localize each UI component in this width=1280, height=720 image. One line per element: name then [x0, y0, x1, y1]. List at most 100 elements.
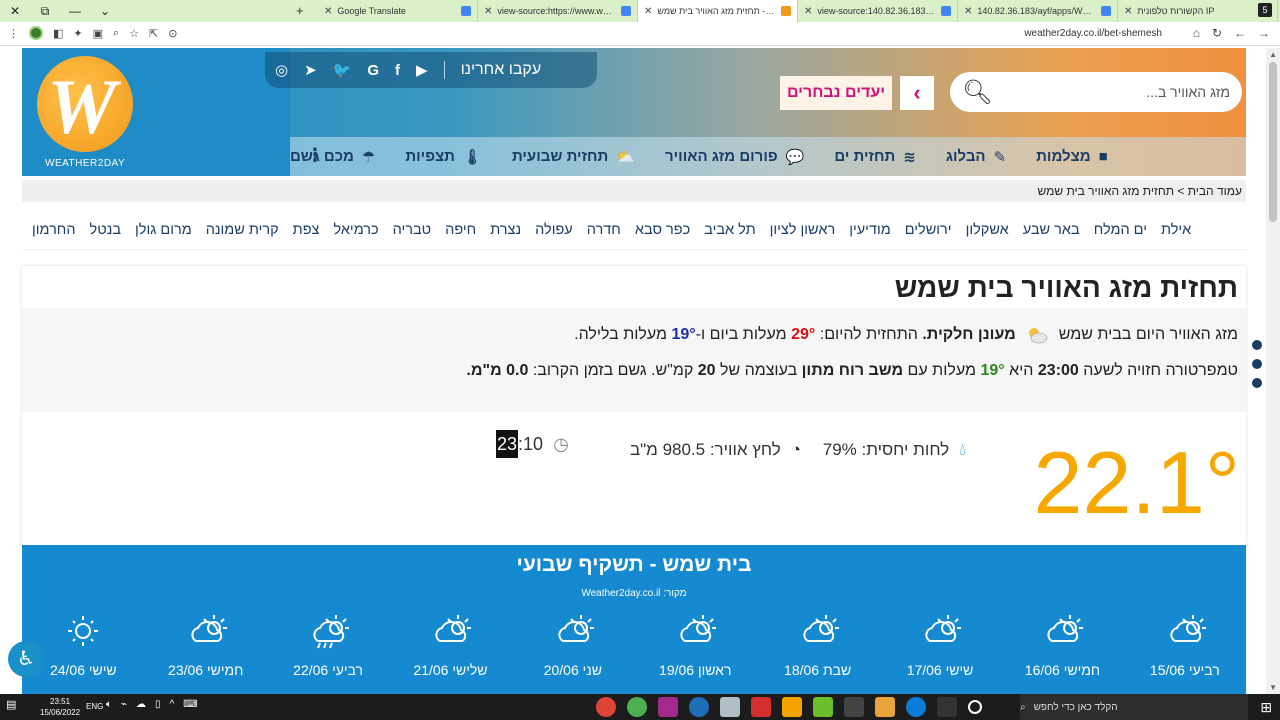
app-icon[interactable] [782, 697, 802, 717]
browser-tab[interactable]: ✕ 140.82.36.183/ayf/apps/Weathe [958, 0, 1118, 22]
city-link[interactable]: כפר סבא [635, 222, 690, 238]
twitter-icon[interactable]: 🐦 [333, 61, 352, 79]
carousel-dot[interactable] [1252, 359, 1262, 369]
favorites-button[interactable]: יעדים נבחרים [780, 76, 892, 110]
city-link[interactable]: אילת [1161, 222, 1191, 238]
browser-tab[interactable]: ✕ view-source:140.82.36.183/ayf/a [798, 0, 958, 22]
app-icon[interactable] [720, 697, 740, 717]
scroll-thumb[interactable] [1269, 62, 1277, 222]
browser-tab[interactable]: ✕ הקשורות טלפונית IP [1118, 0, 1278, 22]
app-icon[interactable] [844, 697, 864, 717]
close-tab-icon[interactable]: ✕ [1124, 6, 1132, 17]
chevron-left-icon[interactable]: ‹ [900, 76, 934, 110]
nav-item[interactable]: ≋ תחזית ים [834, 148, 916, 166]
extensions-icon[interactable]: ✦ [73, 27, 82, 40]
city-link[interactable]: ראשון לציון [770, 222, 836, 238]
keyboard-icon[interactable]: ⌨ [183, 699, 197, 710]
browser-tab[interactable]: ✕ Google Translate [318, 0, 478, 22]
notifications-icon[interactable]: ▤ [6, 698, 16, 711]
weekly-day[interactable]: שלישי 21/06 [389, 613, 511, 683]
youtube-icon[interactable]: ▶ [416, 61, 428, 79]
network-icon[interactable]: ⌁ [121, 699, 127, 710]
back-icon[interactable]: ← [1234, 26, 1246, 40]
forward-icon[interactable]: → [1258, 26, 1270, 40]
city-link[interactable]: כרמיאל [333, 222, 378, 238]
browser-tab[interactable]: ✕ תחזית מזג האוויר בית שמש - day [638, 0, 798, 22]
city-link[interactable]: קרית שמונה [206, 222, 279, 238]
nav-item[interactable]: 🌡 תצפיות [405, 148, 482, 166]
close-tab-icon[interactable]: ✕ [804, 6, 812, 17]
app-icon[interactable] [658, 697, 678, 717]
device-icon[interactable]: ▯ [155, 699, 161, 710]
url-field[interactable]: weather2day.co.il/bet-shemesh [1024, 28, 1162, 39]
city-link[interactable]: החרמון [32, 222, 76, 238]
browser-tab[interactable]: ✕ view-source:https://www.weathe [478, 0, 638, 22]
nav-item[interactable]: ⛅ תחזית שבועית [512, 148, 635, 166]
city-link[interactable]: נצרת [490, 222, 521, 238]
city-link[interactable]: ים המלח [1094, 222, 1147, 238]
city-link[interactable]: בנטל [90, 222, 121, 238]
city-link[interactable]: טבריה [393, 222, 432, 238]
search-box[interactable]: 🔍︎ מזג האוויר ב... [950, 72, 1242, 112]
city-link[interactable]: עפולה [535, 222, 573, 238]
close-tab-icon[interactable]: ✕ [324, 6, 332, 17]
city-link[interactable]: תל אביב [704, 222, 755, 238]
task-view-icon[interactable] [937, 697, 957, 717]
folder-icon[interactable] [875, 697, 895, 717]
city-link[interactable]: מרום גולן [135, 222, 192, 238]
weekly-day[interactable]: רביעי 22/06 [267, 613, 389, 683]
reload-icon[interactable]: ↻ [1212, 26, 1222, 40]
nav-item[interactable]: ■ מצלמות [1036, 148, 1108, 165]
weekly-day[interactable]: שישי 17/06 [879, 613, 1001, 683]
lens-icon[interactable]: ⊙ [168, 27, 177, 40]
telegram-icon[interactable]: ➤ [304, 61, 317, 79]
carousel-dot[interactable] [1252, 340, 1262, 350]
browser-app-icon[interactable] [627, 697, 647, 717]
app-icon[interactable] [813, 697, 833, 717]
profile-icon[interactable]: 5 [1258, 3, 1272, 17]
city-link[interactable]: מודיעין [849, 222, 891, 238]
chrome-icon[interactable] [596, 697, 616, 717]
close-tab-icon[interactable]: ✕ [484, 6, 492, 17]
taskbar-search[interactable]: הקלד כאן כדי לחפש ⌕ [1020, 694, 1248, 720]
more-menu-icon[interactable]: ⋮ [306, 145, 324, 166]
city-link[interactable]: באר שבע [1023, 222, 1080, 238]
new-tab-button[interactable]: + [296, 3, 304, 18]
menu-icon[interactable]: ⋮ [8, 27, 19, 40]
weekly-day[interactable]: חמישי 16/06 [1001, 613, 1123, 683]
language-indicator[interactable]: ENG [86, 702, 103, 711]
accessibility-icon[interactable]: ♿ [8, 641, 44, 677]
weekly-day[interactable]: שבת 18/06 [756, 613, 878, 683]
edge-icon[interactable] [906, 697, 926, 717]
weekly-day[interactable]: ראשון 19/06 [634, 613, 756, 683]
close-tab-icon[interactable]: ✕ [964, 6, 972, 17]
city-link[interactable]: חיפה [445, 222, 476, 238]
scroll-down-icon[interactable]: ▼ [1269, 683, 1277, 692]
cortana-icon[interactable] [968, 700, 982, 714]
weekly-day[interactable]: שני 20/06 [512, 613, 634, 683]
nav-item[interactable]: ✎ הבלוג [946, 148, 1006, 166]
taskbar-clock[interactable]: 23:51 15/06/2022 [40, 696, 80, 718]
city-link[interactable]: ירושלים [905, 222, 952, 238]
share-icon[interactable]: ⇱ [149, 27, 158, 40]
search-input[interactable]: מזג האוויר ב... [1146, 84, 1230, 100]
scroll-up-icon[interactable]: ▲ [1269, 50, 1277, 59]
weekly-day[interactable]: חמישי 23/06 [144, 613, 266, 683]
profile-avatar[interactable] [29, 26, 43, 40]
restore-window-icon[interactable]: ⧉ [30, 4, 60, 19]
volume-icon[interactable]: 🔈︎ [106, 699, 112, 710]
bookmark-star-icon[interactable]: ☆ [129, 27, 139, 40]
page-scrollbar[interactable]: ▲ ▼ [1266, 48, 1280, 694]
city-link[interactable]: אשקלון [966, 222, 1009, 238]
logo[interactable]: W WEATHER2DAY [22, 48, 290, 176]
tab-list-icon[interactable]: ⌄ [90, 4, 120, 18]
nav-item[interactable]: 💬 פורום מזג האוויר [665, 148, 804, 166]
minimize-window-icon[interactable]: — [60, 4, 90, 18]
sidebar-icon[interactable]: ◧ [53, 27, 63, 40]
search-icon[interactable]: ⌕ [113, 27, 119, 40]
carousel-dot[interactable] [1252, 378, 1262, 388]
search-icon[interactable]: 🔍︎ [962, 78, 992, 107]
instagram-icon[interactable]: ◎ [275, 61, 288, 79]
google-icon[interactable]: G [367, 62, 379, 79]
tray-chevron-icon[interactable]: ^ [170, 699, 175, 710]
